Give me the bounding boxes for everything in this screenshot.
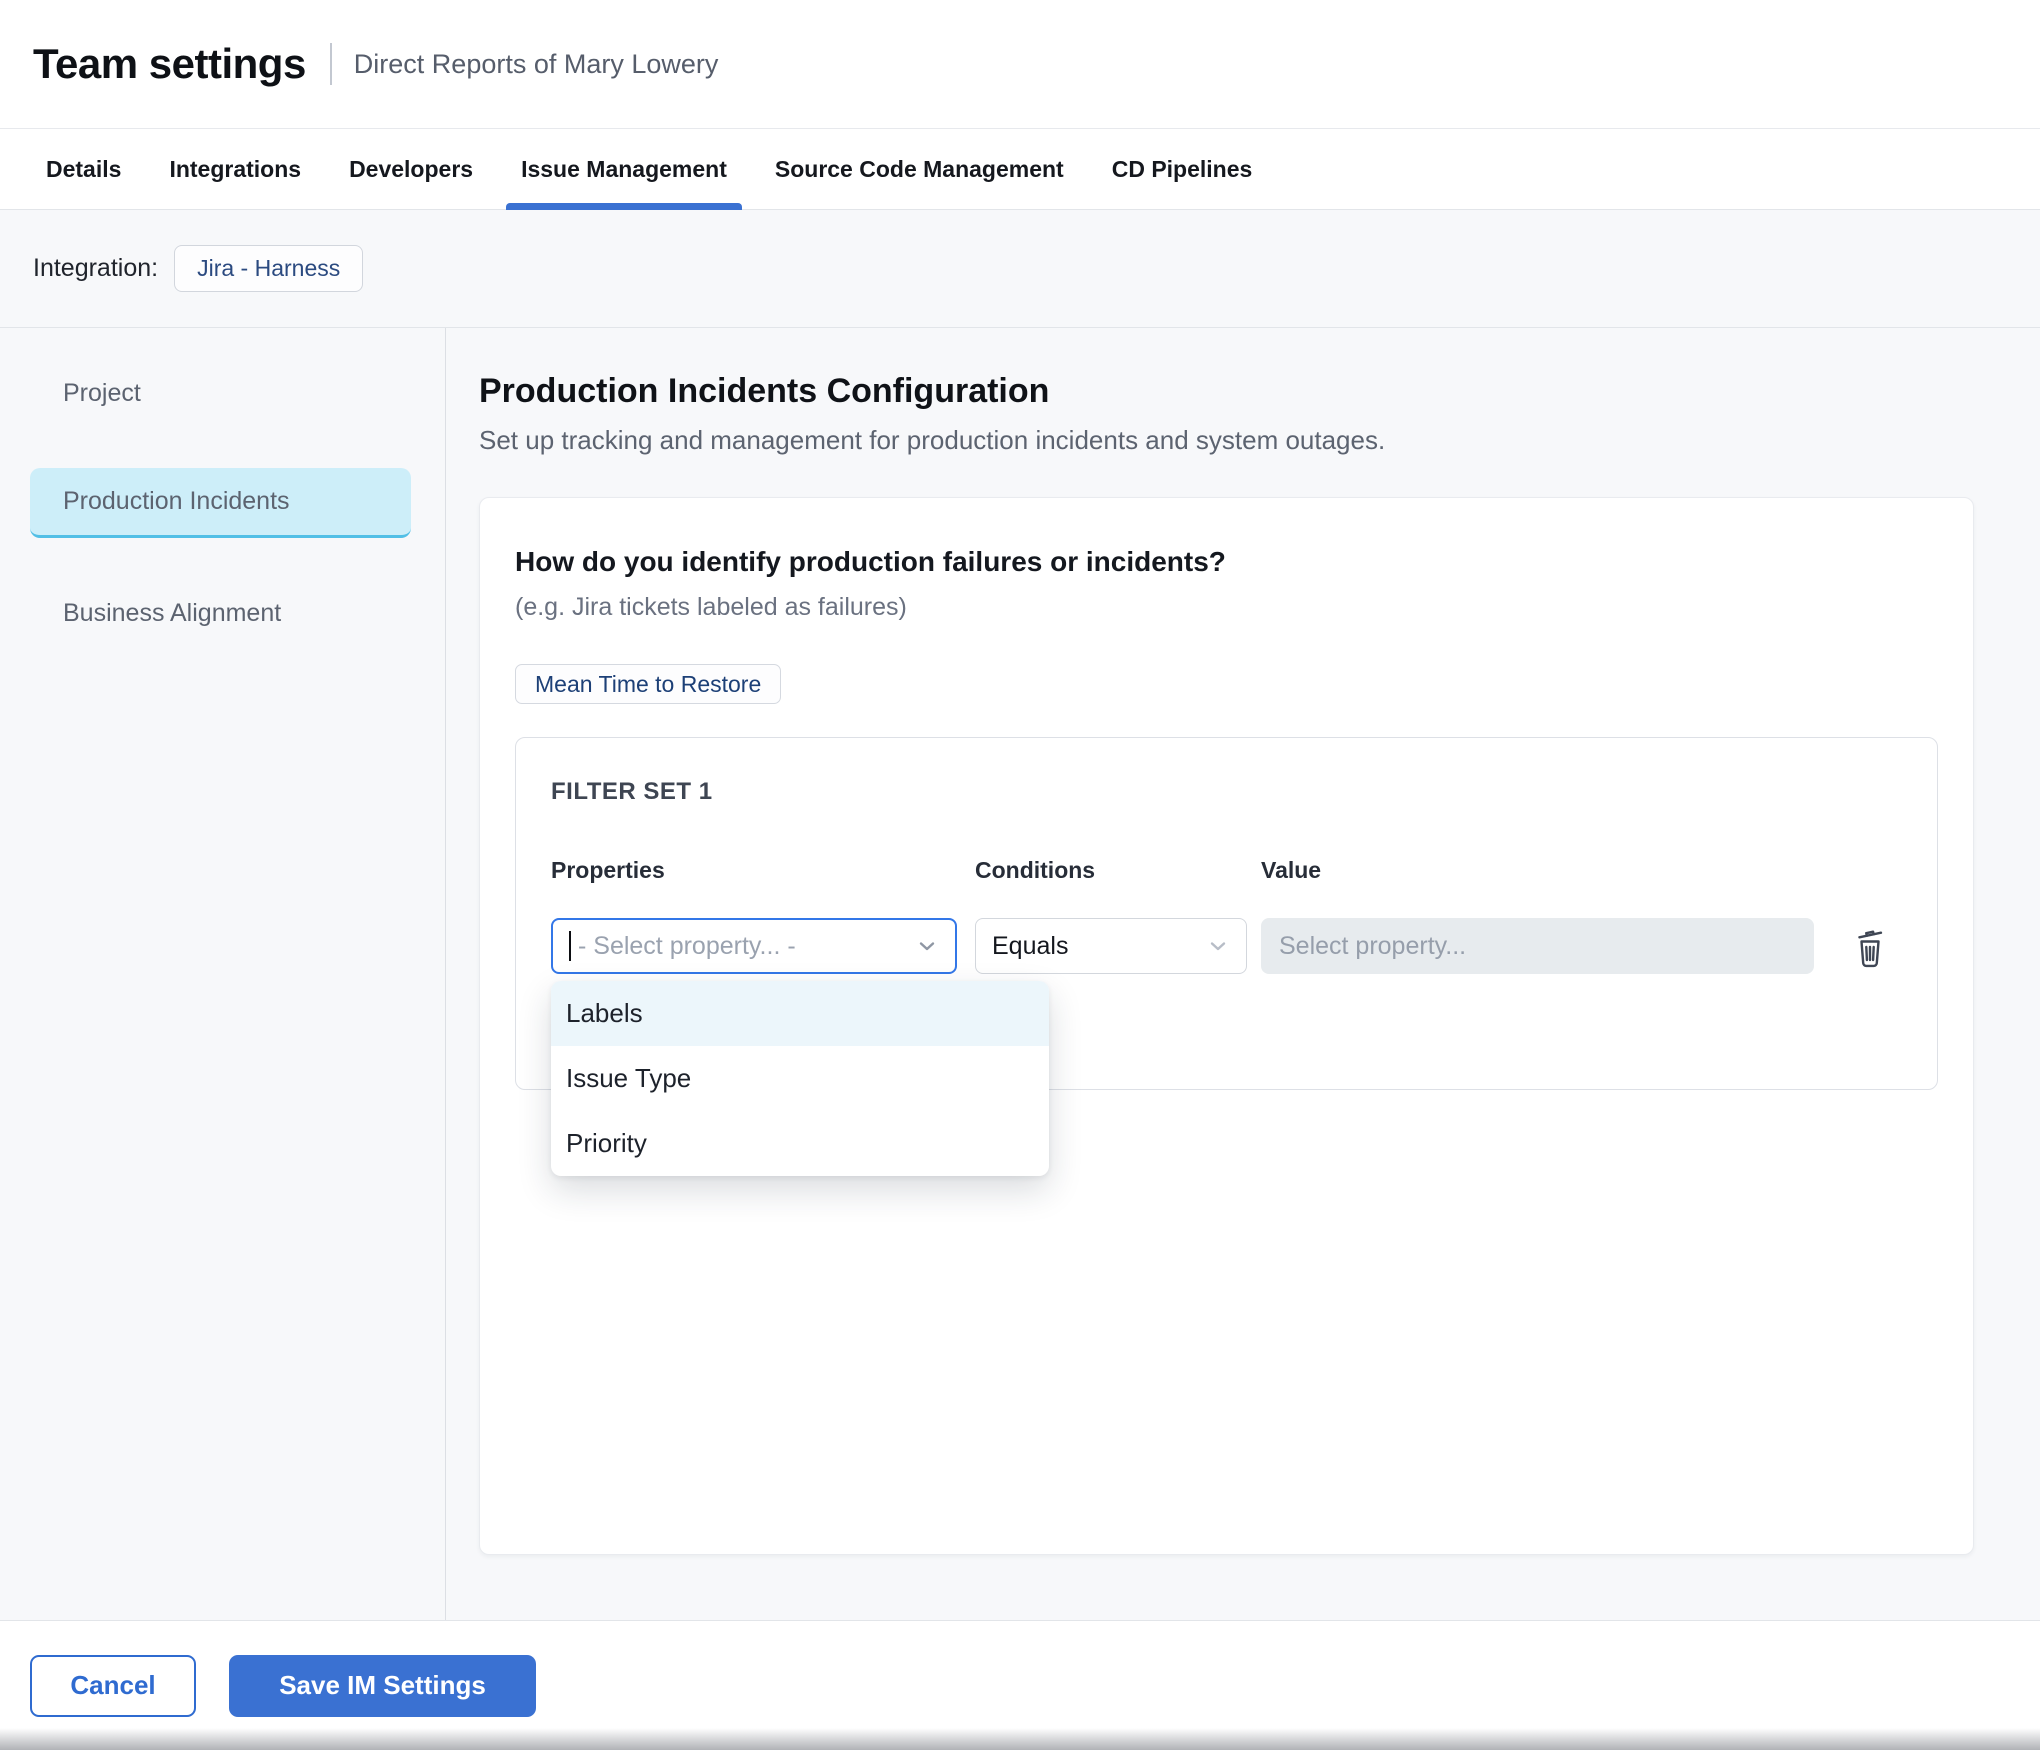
page-title: Team settings <box>33 40 306 88</box>
tab-integrations[interactable]: Integrations <box>154 129 316 209</box>
tab-issue-management[interactable]: Issue Management <box>506 129 742 209</box>
settings-sidebar: Project Production Incidents Business Al… <box>0 328 446 1620</box>
property-dropdown: Labels Issue Type Priority <box>551 981 1049 1176</box>
save-im-settings-button[interactable]: Save IM Settings <box>229 1655 536 1717</box>
tab-developers[interactable]: Developers <box>334 129 488 209</box>
tab-cd-pipelines[interactable]: CD Pipelines <box>1097 129 1268 209</box>
tab-label: CD Pipelines <box>1112 156 1253 183</box>
mean-time-to-restore-chip[interactable]: Mean Time to Restore <box>515 664 781 704</box>
conditions-column-label: Conditions <box>975 856 1247 884</box>
tab-label: Integrations <box>169 156 301 183</box>
sidebar-item-production-incidents[interactable]: Production Incidents <box>30 468 411 538</box>
content-area: Project Production Incidents Business Al… <box>0 328 2040 1620</box>
value-column-label: Value <box>1261 856 1814 884</box>
dropdown-option-labels[interactable]: Labels <box>551 981 1049 1046</box>
filter-set-card: FILTER SET 1 Properties Conditions Value… <box>515 737 1938 1090</box>
title-divider <box>330 43 332 85</box>
trash-icon <box>1850 924 1890 968</box>
tab-bar: Details Integrations Developers Issue Ma… <box>0 128 2040 210</box>
tab-label: Details <box>46 156 121 183</box>
integration-chip[interactable]: Jira - Harness <box>174 245 363 292</box>
config-card: How do you identify production failures … <box>479 497 1974 1555</box>
condition-select[interactable]: Equals <box>975 918 1247 974</box>
chevron-down-icon <box>915 934 939 958</box>
bottom-edge-shadow <box>0 1728 2040 1750</box>
tab-label: Source Code Management <box>775 156 1064 183</box>
main-panel: Production Incidents Configuration Set u… <box>446 328 2040 1620</box>
team-settings-page: Team settings Direct Reports of Mary Low… <box>0 0 2040 1750</box>
integration-row: Integration: Jira - Harness <box>0 210 2040 328</box>
integration-label: Integration: <box>33 254 158 283</box>
section-title: Production Incidents Configuration <box>479 371 1974 411</box>
tab-label: Developers <box>349 156 473 183</box>
active-tab-indicator <box>506 203 742 210</box>
footer-action-bar: Cancel Save IM Settings <box>0 1620 2040 1750</box>
tab-label: Issue Management <box>521 156 727 183</box>
filter-set-title: FILTER SET 1 <box>551 778 1902 806</box>
cancel-button[interactable]: Cancel <box>30 1655 196 1717</box>
tab-source-code-management[interactable]: Source Code Management <box>760 129 1079 209</box>
property-select[interactable]: - Select property... - <box>551 918 957 974</box>
identify-hint: (e.g. Jira tickets labeled as failures) <box>515 592 1938 622</box>
dropdown-option-priority[interactable]: Priority <box>551 1111 1049 1176</box>
sidebar-item-business-alignment[interactable]: Business Alignment <box>30 578 411 648</box>
dropdown-option-issue-type[interactable]: Issue Type <box>551 1046 1049 1111</box>
value-input[interactable] <box>1261 918 1814 974</box>
filter-column-labels: Properties Conditions Value <box>551 856 1902 884</box>
property-select-placeholder: - Select property... - <box>578 932 915 961</box>
page-subtitle: Direct Reports of Mary Lowery <box>354 49 719 80</box>
text-caret <box>569 931 571 961</box>
page-header: Team settings Direct Reports of Mary Low… <box>0 0 2040 128</box>
identify-question: How do you identify production failures … <box>515 545 1938 579</box>
properties-column-label: Properties <box>551 856 957 884</box>
condition-select-value: Equals <box>992 932 1206 961</box>
section-subtitle: Set up tracking and management for produ… <box>479 423 1974 457</box>
sidebar-item-project[interactable]: Project <box>30 358 411 428</box>
delete-filter-button[interactable] <box>1848 922 1892 970</box>
chevron-down-icon <box>1206 934 1230 958</box>
tab-details[interactable]: Details <box>31 129 136 209</box>
filter-controls-row: - Select property... - Equals <box>551 918 1902 974</box>
